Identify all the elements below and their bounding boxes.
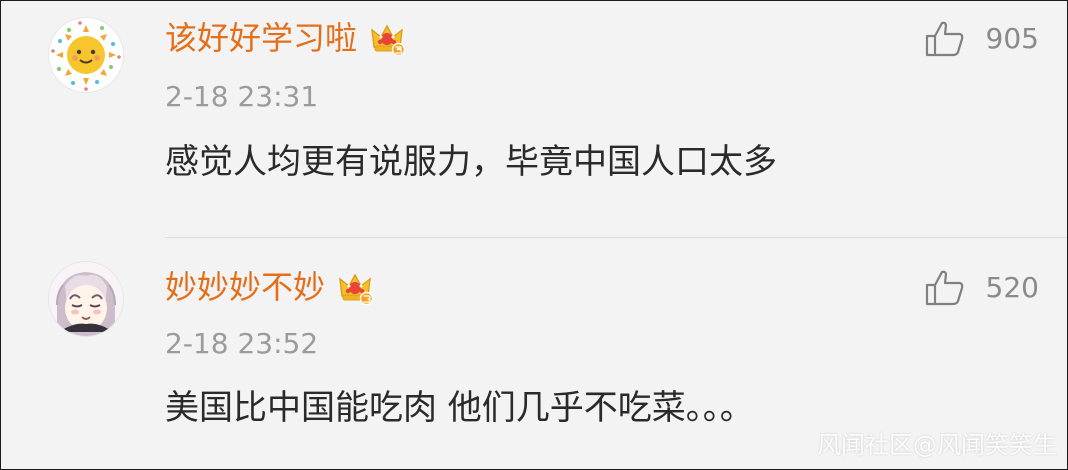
like-count: 905 <box>985 22 1039 55</box>
user-avatar[interactable] <box>49 18 123 92</box>
vip-crown-icon <box>367 18 407 58</box>
comments-screen: 该好好学习啦 2-18 23:31 感觉人均更有说服力，毕竟中国人口太多 905… <box>0 0 1068 470</box>
vip-crown-icon <box>335 267 375 307</box>
username[interactable]: 妙妙妙不妙 <box>165 264 325 310</box>
comment-item: 该好好学习啦 2-18 23:31 感觉人均更有说服力，毕竟中国人口太多 905 <box>1 1 1067 237</box>
like-button[interactable]: 905 <box>924 19 1039 59</box>
user-avatar[interactable] <box>49 262 123 336</box>
anime-girl-avatar-icon <box>49 262 123 336</box>
like-count: 520 <box>985 271 1039 304</box>
watermark: 风闻社区@风闻笑笑生 <box>817 431 1057 459</box>
comment-text: 感觉人均更有说服力，毕竟中国人口太多 <box>165 142 777 182</box>
username[interactable]: 该好好学习啦 <box>165 15 357 61</box>
thumbs-up-icon <box>924 268 966 308</box>
comment-time: 2-18 23:52 <box>165 327 319 360</box>
thumbs-up-icon <box>924 19 966 59</box>
user-header: 妙妙妙不妙 <box>165 264 375 310</box>
user-header: 该好好学习啦 <box>165 15 407 61</box>
comment-text: 美国比中国能吃肉 他们几乎不吃菜。。。 <box>165 388 754 428</box>
comment-time: 2-18 23:31 <box>165 80 319 113</box>
like-button[interactable]: 520 <box>924 268 1039 308</box>
sun-avatar-icon <box>49 18 123 92</box>
